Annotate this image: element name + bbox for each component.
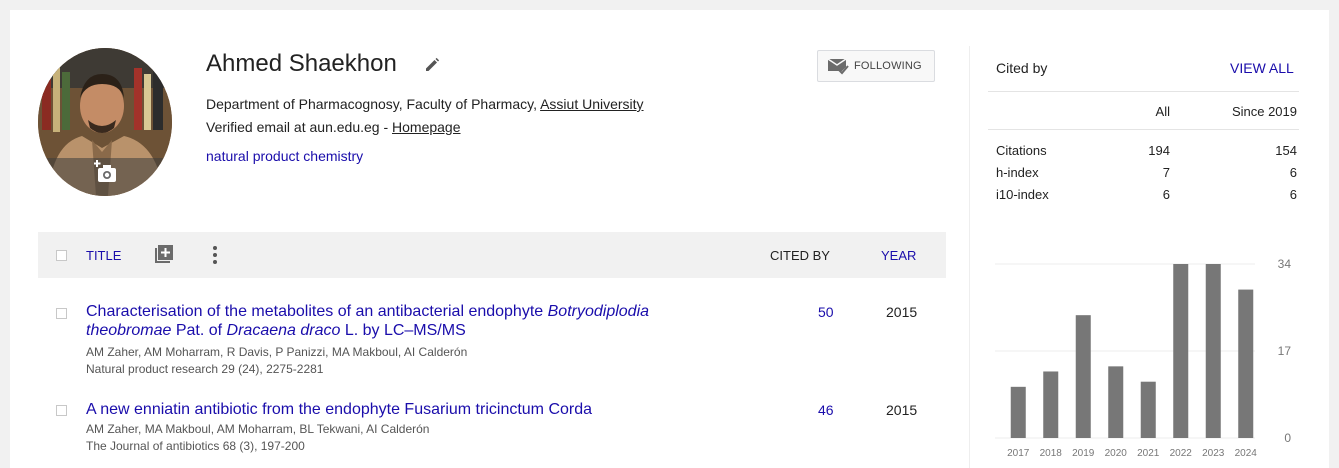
following-button[interactable]: FOLLOWING [817, 50, 935, 82]
stat-since: 154 [1275, 143, 1297, 158]
article-title[interactable]: A new enniatin antibiotic from the endop… [86, 400, 726, 419]
sidebar-divider-mid [988, 129, 1299, 130]
profile-page: Ahmed Shaekhon Department of Pharmacogno… [10, 10, 1329, 468]
citation-bar-2022[interactable] [1173, 264, 1189, 438]
profile-name: Ahmed Shaekhon [206, 50, 397, 77]
y-tick-label: 0 [1284, 431, 1291, 445]
article-year: 2015 [886, 304, 918, 320]
add-article-icon[interactable] [155, 245, 173, 263]
affiliation: Department of Pharmacognosy, Faculty of … [206, 96, 644, 112]
articles-table-header: TITLE CITED BY YEAR [38, 232, 946, 278]
edit-pencil-icon[interactable] [424, 57, 440, 73]
affiliation-link[interactable]: Assiut University [540, 96, 643, 112]
affiliation-text: Department of Pharmacognosy, Faculty of … [206, 96, 541, 112]
stat-all: 194 [1148, 143, 1170, 158]
column-header-all: All [1155, 104, 1170, 119]
sidebar-divider-top [988, 91, 1299, 92]
email-text: Verified email at aun.edu.eg - [206, 119, 393, 135]
stat-all: 6 [1162, 187, 1170, 202]
article-title[interactable]: Characterisation of the metabolites of a… [86, 302, 726, 340]
sort-by-cited[interactable]: CITED BY [770, 248, 830, 263]
mail-check-icon [827, 58, 849, 75]
add-photo-icon[interactable] [94, 160, 120, 186]
stat-all: 7 [1162, 165, 1170, 180]
stat-since: 6 [1289, 187, 1297, 202]
x-tick-label: 2024 [1235, 448, 1258, 458]
article-cited-by[interactable]: 46 [818, 402, 834, 418]
stat-label: h-index [996, 165, 1039, 180]
article-authors: AM Zaher, AM Moharram, R Davis, P Panizz… [86, 345, 468, 359]
citation-bar-2018[interactable] [1043, 371, 1059, 438]
x-tick-label: 2018 [1040, 448, 1063, 458]
x-tick-label: 2022 [1170, 448, 1193, 458]
row-checkbox[interactable] [56, 308, 67, 319]
article-venue: Natural product research 29 (24), 2275-2… [86, 362, 324, 376]
more-vert-icon[interactable] [212, 245, 218, 265]
row-checkbox[interactable] [56, 405, 67, 416]
citations-chart: 34 17 0 2017 2018 2019 2020 2021 2022 2023 2024 [995, 257, 1292, 458]
homepage-link[interactable]: Homepage [392, 119, 461, 135]
cited-by-title: Cited by [996, 60, 1048, 76]
x-tick-label: 2023 [1202, 448, 1225, 458]
article-year: 2015 [886, 402, 918, 418]
y-tick-label: 17 [1278, 344, 1292, 358]
table-row: Characterisation of the metabolites of a… [38, 302, 946, 382]
table-row: A new enniatin antibiotic from the endop… [38, 400, 946, 460]
citation-bar-2017[interactable] [1010, 386, 1026, 438]
following-label: FOLLOWING [854, 60, 922, 72]
x-tick-label: 2017 [1007, 448, 1030, 458]
citation-bar-2019[interactable] [1075, 315, 1091, 438]
citation-bar-2024[interactable] [1238, 289, 1254, 438]
stat-label: Citations [996, 143, 1047, 158]
citation-bar-2021[interactable] [1140, 381, 1156, 438]
x-tick-label: 2019 [1072, 448, 1095, 458]
stat-label: i10-index [996, 187, 1049, 202]
verified-email: Verified email at aun.edu.eg - Homepage [206, 119, 461, 135]
column-header-since: Since 2019 [1231, 104, 1297, 119]
citation-bar-2020[interactable] [1108, 366, 1124, 438]
sort-by-title[interactable]: TITLE [86, 248, 121, 263]
avatar[interactable] [38, 48, 172, 196]
article-venue: The Journal of antibiotics 68 (3), 197-2… [86, 439, 305, 453]
y-tick-label: 34 [1278, 257, 1292, 271]
research-interest-link[interactable]: natural product chemistry [206, 148, 363, 164]
stat-since: 6 [1289, 165, 1297, 180]
select-all-checkbox[interactable] [56, 250, 67, 261]
article-authors: AM Zaher, MA Makboul, AM Moharram, BL Te… [86, 422, 430, 436]
citation-bar-2023[interactable] [1205, 264, 1221, 438]
view-all-link[interactable]: VIEW ALL [1230, 60, 1294, 76]
sort-by-year[interactable]: YEAR [881, 248, 916, 263]
sidebar-divider [969, 46, 970, 468]
article-cited-by[interactable]: 50 [818, 304, 834, 320]
x-tick-label: 2021 [1137, 448, 1160, 458]
x-tick-label: 2020 [1105, 448, 1128, 458]
